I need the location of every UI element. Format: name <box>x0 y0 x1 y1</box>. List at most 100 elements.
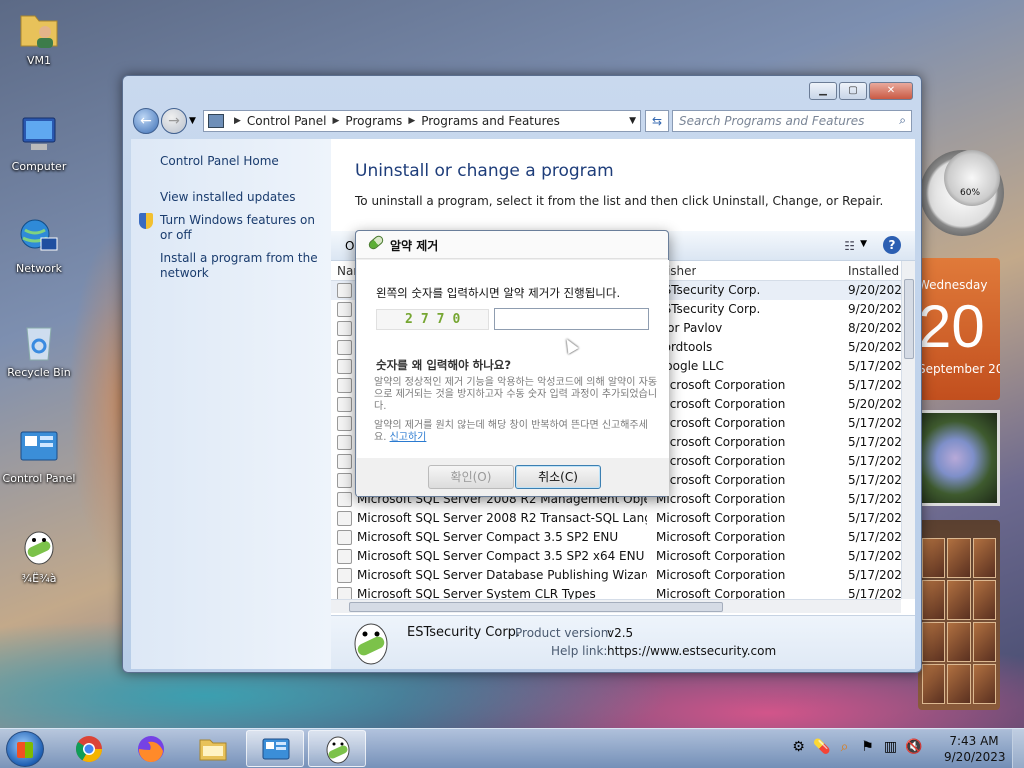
puzzle-tile[interactable] <box>922 538 946 578</box>
scroll-thumb[interactable] <box>904 279 914 359</box>
recent-pages-dropdown-icon[interactable]: ▼ <box>189 116 196 126</box>
cancel-button[interactable]: 취소(C) <box>515 465 601 489</box>
program-publisher: Microsoft Corporation <box>656 549 786 563</box>
puzzle-tile[interactable] <box>972 664 996 704</box>
confirm-button[interactable]: 확인(O) <box>428 465 514 489</box>
desktop-icon-computer[interactable]: Computer <box>0 114 78 173</box>
alyac-mascot-icon <box>24 531 54 565</box>
desktop-icon-recycle-bin[interactable]: Recycle Bin <box>0 320 78 379</box>
puzzle-tile[interactable] <box>947 580 971 620</box>
puzzle-tile[interactable] <box>922 664 946 704</box>
program-icon <box>337 454 352 469</box>
desktop-icon-control-panel[interactable]: Control Panel <box>0 426 78 485</box>
minimize-button[interactable]: ▁ <box>809 82 837 100</box>
view-installed-updates-link[interactable]: View installed updates <box>160 190 296 205</box>
taskbar-firefox[interactable] <box>122 730 180 767</box>
program-installed-on: 9/20/2023 <box>848 283 901 297</box>
puzzle-tile[interactable] <box>972 538 996 578</box>
puzzle-tile[interactable] <box>947 664 971 704</box>
program-installed-on: 5/17/2023 <box>848 587 901 599</box>
desktop-icon-network[interactable]: Network <box>0 216 78 275</box>
recycle-bin-icon <box>26 327 52 361</box>
view-dropdown-icon[interactable]: ▼ <box>860 239 867 249</box>
vertical-scrollbar[interactable] <box>901 261 915 599</box>
dialog-footer: 확인(O) 취소(C) <box>357 458 669 496</box>
picture-puzzle-gadget[interactable] <box>918 520 1000 710</box>
windows-features-link[interactable]: Turn Windows features on or off <box>160 213 320 243</box>
start-button[interactable] <box>6 731 44 767</box>
column-installed-on[interactable]: Installed On <box>848 264 901 278</box>
search-icon[interactable]: ⌕ <box>899 113 906 128</box>
verification-code-input[interactable] <box>494 308 649 330</box>
pill-icon <box>366 233 386 252</box>
program-installed-on: 5/20/2023 <box>848 340 901 354</box>
report-note: 알약의 제거를 원치 않는데 해당 창이 반복하여 뜬다면 신고해주세요. 신고… <box>374 420 659 444</box>
close-button[interactable]: ✕ <box>869 82 913 100</box>
firefox-icon <box>138 736 164 763</box>
taskbar-alyac[interactable] <box>308 730 366 767</box>
program-icon <box>337 549 352 564</box>
details-publisher: ESTsecurity Corp. <box>407 625 521 640</box>
breadcrumb-control-panel[interactable]: Control Panel <box>247 114 327 128</box>
taskbar-control-panel[interactable] <box>246 730 304 767</box>
view-options-icon[interactable]: ☷ <box>844 239 855 253</box>
puzzle-tile[interactable] <box>922 580 946 620</box>
search-input[interactable]: Search Programs and Features ⌕ <box>672 110 912 132</box>
back-button[interactable]: ← <box>133 108 159 134</box>
program-icon <box>337 473 352 488</box>
program-installed-on: 5/17/2023 <box>848 511 901 525</box>
dialog-prompt: 왼쪽의 숫자를 입력하시면 알약 제거가 진행됩니다. <box>376 286 621 300</box>
install-from-network-link[interactable]: Install a program from the network <box>160 251 320 281</box>
puzzle-tile[interactable] <box>972 580 996 620</box>
forward-button[interactable]: → <box>161 108 187 134</box>
help-link-value[interactable]: https://www.estsecurity.com <box>607 644 776 658</box>
alyac-uninstall-dialog: 알약 제거 왼쪽의 숫자를 입력하시면 알약 제거가 진행됩니다. 2770 숫… <box>355 230 669 497</box>
breadcrumb-programs-and-features[interactable]: Programs and Features <box>421 114 560 128</box>
calendar-gadget[interactable]: Wednesday 20 September 2023 <box>918 258 1000 400</box>
refresh-button[interactable]: ⇆ <box>645 110 669 132</box>
table-row[interactable]: Microsoft SQL Server Database Publishing… <box>331 566 901 585</box>
tray-volume-muted-icon[interactable]: 🔇 <box>905 739 922 756</box>
tray-action-center-flag-icon[interactable]: ⚑ <box>859 739 876 756</box>
program-publisher: Microsoft Corporation <box>656 473 786 487</box>
tray-search-icon[interactable]: ⌕ <box>836 739 853 756</box>
taskbar-explorer[interactable] <box>184 730 242 767</box>
control-panel-small-icon <box>208 114 224 128</box>
puzzle-tile[interactable] <box>922 622 946 662</box>
desktop-icon-vm1[interactable]: VM1 <box>0 8 78 67</box>
breadcrumb-arrow-icon: ▶ <box>234 116 241 126</box>
help-icon[interactable]: ? <box>883 236 901 254</box>
desktop-icon-alyac[interactable]: ¾Ë¾à <box>0 526 78 585</box>
puzzle-tile[interactable] <box>947 538 971 578</box>
taskbar-chrome[interactable] <box>60 730 118 767</box>
breadcrumb-programs[interactable]: Programs <box>345 114 402 128</box>
folder-user-icon <box>20 15 58 48</box>
address-dropdown-icon[interactable]: ▼ <box>629 116 636 126</box>
maximize-button[interactable]: ▢ <box>839 82 867 100</box>
address-bar[interactable]: ▶ Control Panel ▶ Programs ▶ Programs an… <box>203 110 641 132</box>
slideshow-gadget[interactable] <box>918 410 1000 506</box>
tray-network-icon[interactable]: ▥ <box>882 739 899 756</box>
dialog-title: 알약 제거 <box>390 239 439 253</box>
program-name: Microsoft SQL Server 2008 R2 Transact-SQ… <box>357 511 647 525</box>
program-installed-on: 5/20/2023 <box>848 397 901 411</box>
table-row[interactable]: Microsoft SQL Server Compact 3.5 SP2 ENU… <box>331 528 901 547</box>
horizontal-scrollbar[interactable] <box>331 599 901 613</box>
calendar-day: 20 <box>918 293 985 360</box>
show-desktop-button[interactable] <box>1012 729 1024 768</box>
tray-settings-icon[interactable]: ⚙ <box>790 739 807 756</box>
program-name: Microsoft SQL Server System CLR Types <box>357 587 596 599</box>
product-version-value: v2.5 <box>607 626 634 640</box>
program-icon <box>337 435 352 450</box>
scroll-thumb[interactable] <box>349 602 723 612</box>
tray-alyac-pill-icon[interactable]: 💊 <box>813 739 830 756</box>
table-row[interactable]: Microsoft SQL Server Compact 3.5 SP2 x64… <box>331 547 901 566</box>
taskbar-clock[interactable]: 7:43 AM 9/20/2023 <box>944 733 1006 765</box>
table-row[interactable]: Microsoft SQL Server 2008 R2 Transact-SQ… <box>331 509 901 528</box>
control-panel-home-link[interactable]: Control Panel Home <box>160 154 279 169</box>
program-icon <box>337 530 352 545</box>
puzzle-tile[interactable] <box>972 622 996 662</box>
report-link[interactable]: 신고하기 <box>390 432 427 443</box>
puzzle-tile[interactable] <box>947 622 971 662</box>
table-row[interactable]: Microsoft SQL Server System CLR Types Mic… <box>331 585 901 599</box>
